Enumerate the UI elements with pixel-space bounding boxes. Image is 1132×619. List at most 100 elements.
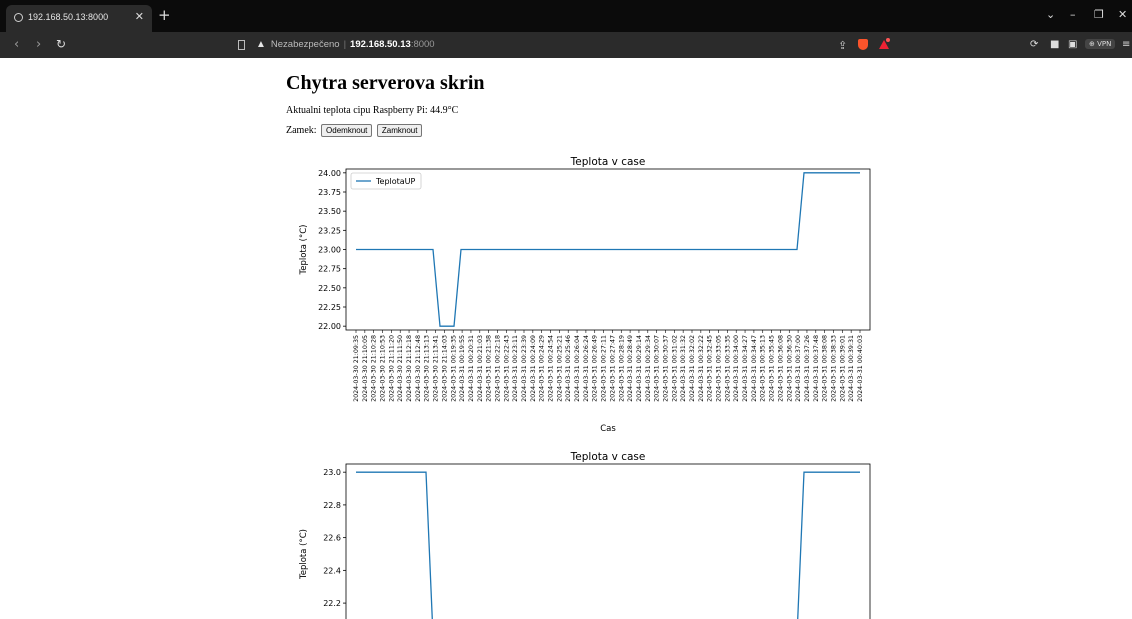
chart-up-xtick-label: 2024-03-31 00:33:35 [724,335,731,402]
temperature-chart-mid: Teplota v case23.022.822.622.422.222.0Te… [299,451,871,619]
lock-button[interactable]: Zamknout [376,124,423,137]
chart-up-xtick-label: 2024-03-30 21:11:50 [397,335,404,402]
chart-up-xtick-label: 2024-03-31 00:29:34 [645,335,652,402]
chart-up-xtick-label: 2024-03-31 00:22:18 [494,335,501,402]
tab-search-icon[interactable]: ⌄ [1046,8,1055,21]
chart-up-xtick-label: 2024-03-30 21:09:35 [353,335,360,402]
chart-mid-plot-frame [345,463,871,619]
divider: | [343,39,347,50]
brave-rewards-icon[interactable] [878,38,890,50]
chart-up-ylabel: Teplota (°C) [299,225,309,276]
share-icon[interactable]: ⇪ [838,39,847,52]
close-tab-icon[interactable]: ✕ [135,10,144,23]
chart-up-xtick-label: 2024-03-31 00:31:02 [671,335,678,402]
chart-mid-ytick-label: 22.4 [323,566,341,575]
chart-up-xtick-label: 2024-03-30 21:13:41 [433,335,440,402]
chart-up-xtick-label: 2024-03-31 00:28:19 [618,335,625,402]
chart-up-ytick-label: 23.50 [318,207,341,216]
unlock-button[interactable]: Odemknout [321,124,373,137]
back-icon[interactable]: ‹ [14,37,19,52]
warning-icon[interactable]: ▲ [256,39,266,50]
tab-title: 192.168.50.13:8000 [28,12,109,22]
chart-up-xtick-label: 2024-03-30 21:12:48 [415,335,422,402]
chart-up-xtick-label: 2024-03-31 00:33:05 [716,335,723,402]
chart-up-xtick-label: 2024-03-31 00:27:11 [601,335,608,402]
chart-mid-ytick-label: 22.2 [323,599,341,608]
wallet-icon[interactable]: ▣ [1068,39,1077,50]
chart-up-xtick-label: 2024-03-31 00:36:08 [777,335,784,402]
chart-up-xtick-label: 2024-03-31 00:39:01 [839,335,846,402]
chart-mid-series-line [356,471,860,619]
chart-up-xtick-label: 2024-03-31 00:39:31 [848,335,855,402]
chart-up-xtick-label: 2024-03-31 00:37:26 [804,335,811,402]
chart-up-xtick-label: 2024-03-31 00:36:30 [786,335,793,402]
chart-up-ytick-label: 23.75 [318,188,341,197]
page-title: Chytra serverova skrin [286,72,485,94]
menu-icon[interactable]: ≡ [1122,39,1130,50]
chart-up-legend-label: TeplotaUP [375,177,416,186]
url-port: :8000 [410,39,435,50]
chart-mid-ytick-label: 23.0 [323,468,341,477]
chart-up-xtick-label: 2024-03-30 21:10:53 [380,335,387,402]
browser-tab[interactable]: 192.168.50.13:8000 ✕ [6,5,152,32]
browser-tab-strip: 192.168.50.13:8000 ✕ + ⌄ – ❐ ✕ [0,0,1132,32]
new-tab-icon[interactable]: + [158,6,171,24]
security-label: Nezabezpečeno [270,39,340,50]
chart-up-xtick-label: 2024-03-31 00:40:03 [857,335,864,402]
chart-up-title: Teplota v case [570,156,646,168]
reload-icon[interactable]: ↻ [56,37,66,51]
chart-mid-ytick-label: 22.8 [323,501,341,510]
chart-up-xtick-label: 2024-03-31 00:26:04 [574,335,581,402]
vpn-button[interactable]: ⊕ VPN [1085,39,1116,49]
chart-up-ytick-label: 22.50 [318,284,341,293]
chart-up-xtick-label: 2024-03-31 00:26:24 [583,335,590,402]
chart-up-xtick-label: 2024-03-31 00:23:11 [512,335,519,402]
chart-up-xtick-label: 2024-03-31 00:34:00 [733,335,740,402]
chart-up-xtick-label: 2024-03-31 00:30:07 [654,335,661,402]
chart-up-xtick-label: 2024-03-31 00:24:09 [530,335,537,402]
chart-up-xtick-label: 2024-03-31 00:35:13 [760,335,767,402]
chart-up-xtick-label: 2024-03-31 00:28:49 [627,335,634,402]
chart-up-xtick-label: 2024-03-31 00:35:45 [769,335,776,402]
chart-up-xtick-label: 2024-03-31 00:25:21 [556,335,563,402]
bookmark-icon[interactable] [238,40,245,50]
forward-icon[interactable]: › [36,37,41,52]
chart-up-xtick-label: 2024-03-30 21:12:18 [406,335,413,402]
address-bar[interactable]: ▲ Nezabezpečeno | 192.168.50.13:8000 [256,37,896,53]
sidebar-icon[interactable]: ■ [1050,39,1059,50]
chart-up-ytick-label: 22.25 [318,303,341,312]
temperature-readout: Aktualni teplota cipu Raspberry Pi: 44.9… [286,105,459,116]
chart-up-xtick-label: 2024-03-31 00:23:39 [521,335,528,402]
brave-shields-icon[interactable] [858,39,868,50]
chart-up-xtick-label: 2024-03-31 00:32:02 [689,335,696,402]
maximize-icon[interactable]: ❐ [1094,8,1104,21]
chart-up-xtick-label: 2024-03-31 00:25:46 [565,335,572,402]
chart-up-xtick-label: 2024-03-31 00:27:47 [609,335,616,402]
chart-up-xtick-label: 2024-03-31 00:24:29 [539,335,546,402]
lock-controls: Zamek: Odemknout Zamknout [286,124,423,137]
chart-up-ytick-label: 23.00 [318,246,341,255]
chart-up-xlabel: Cas [600,424,616,434]
temperature-chart-up: Teplota v case 24.00 23.75 23.50 23.25 23.00 2… [299,156,871,434]
minimize-icon[interactable]: – [1070,8,1076,21]
chart-up-ytick-label: 23.25 [318,226,341,235]
chart-mid-ytick-label: 22.6 [323,534,341,543]
chart-up-xtick-label: 2024-03-30 21:10:05 [362,335,369,402]
chart-up-xtick-label: 2024-03-31 00:31:32 [680,335,687,402]
chart-mid-ylabel: Teplota (°C) [299,529,309,580]
browser-toolbar: ‹ › ↻ ▲ Nezabezpečeno | 192.168.50.13:8000 … [0,32,1132,58]
close-window-icon[interactable]: ✕ [1118,8,1127,21]
chart-up-xtick-label: 2024-03-30 21:13:13 [424,335,431,402]
chart-up-series-line [356,172,860,327]
chart-up-xtick-label: 2024-03-31 00:19:35 [450,335,457,402]
extensions-icon[interactable]: ⟳ [1030,39,1038,50]
chart-up-xtick-label: 2024-03-31 00:21:38 [486,335,493,402]
chart-up-xtick-label: 2024-03-31 00:29:14 [636,335,643,402]
chart-up-xtick-label: 2024-03-31 00:37:48 [813,335,820,402]
chart-up-xtick-label: 2024-03-31 00:38:33 [830,335,837,402]
globe-icon [14,13,23,22]
chart-up-xtick-label: 2024-03-31 00:38:08 [822,335,829,402]
lock-label: Zamek: [286,125,317,136]
chart-up-xtick-label: 2024-03-30 21:14:03 [441,335,448,402]
chart-up-ytick-label: 22.75 [318,265,341,274]
